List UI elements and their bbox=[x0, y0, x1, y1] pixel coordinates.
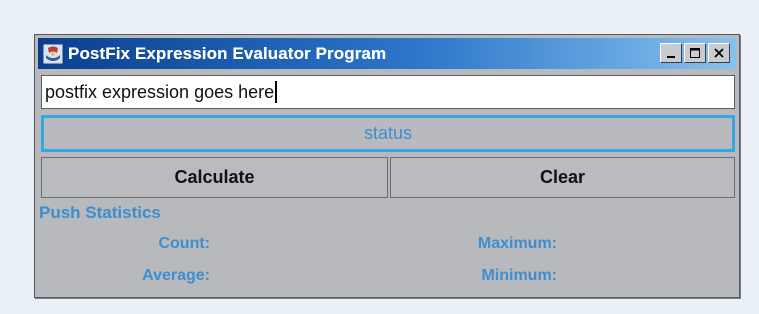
expression-input[interactable]: postfix expression goes here bbox=[41, 75, 735, 109]
calculate-button-label: Calculate bbox=[174, 167, 255, 187]
clear-button[interactable]: Clear bbox=[390, 157, 735, 198]
clear-button-label: Clear bbox=[539, 167, 586, 187]
app-window: PostFix Expression Evaluator Program pos… bbox=[34, 34, 740, 298]
minimum-label: Minimum: bbox=[481, 267, 557, 284]
status-display: status bbox=[41, 115, 735, 152]
text-caret bbox=[275, 81, 277, 103]
maximize-button[interactable] bbox=[684, 43, 706, 63]
status-text: status bbox=[363, 123, 413, 143]
java-app-icon[interactable] bbox=[42, 43, 64, 65]
maximum-label: Maximum: bbox=[477, 235, 557, 252]
minimize-button[interactable] bbox=[660, 43, 682, 63]
count-label: Count: bbox=[158, 235, 210, 252]
maximize-icon bbox=[690, 48, 700, 58]
minimize-icon bbox=[667, 56, 675, 58]
window-title: PostFix Expression Evaluator Program bbox=[68, 43, 387, 63]
close-icon bbox=[714, 48, 724, 58]
push-statistics-heading: Push Statistics bbox=[39, 203, 161, 222]
close-button[interactable] bbox=[708, 43, 730, 63]
average-label: Average: bbox=[142, 267, 210, 284]
expression-input-value: postfix expression goes here bbox=[45, 81, 275, 102]
calculate-button[interactable]: Calculate bbox=[41, 157, 388, 198]
title-bar[interactable]: PostFix Expression Evaluator Program bbox=[38, 38, 736, 69]
window-controls bbox=[658, 43, 730, 63]
